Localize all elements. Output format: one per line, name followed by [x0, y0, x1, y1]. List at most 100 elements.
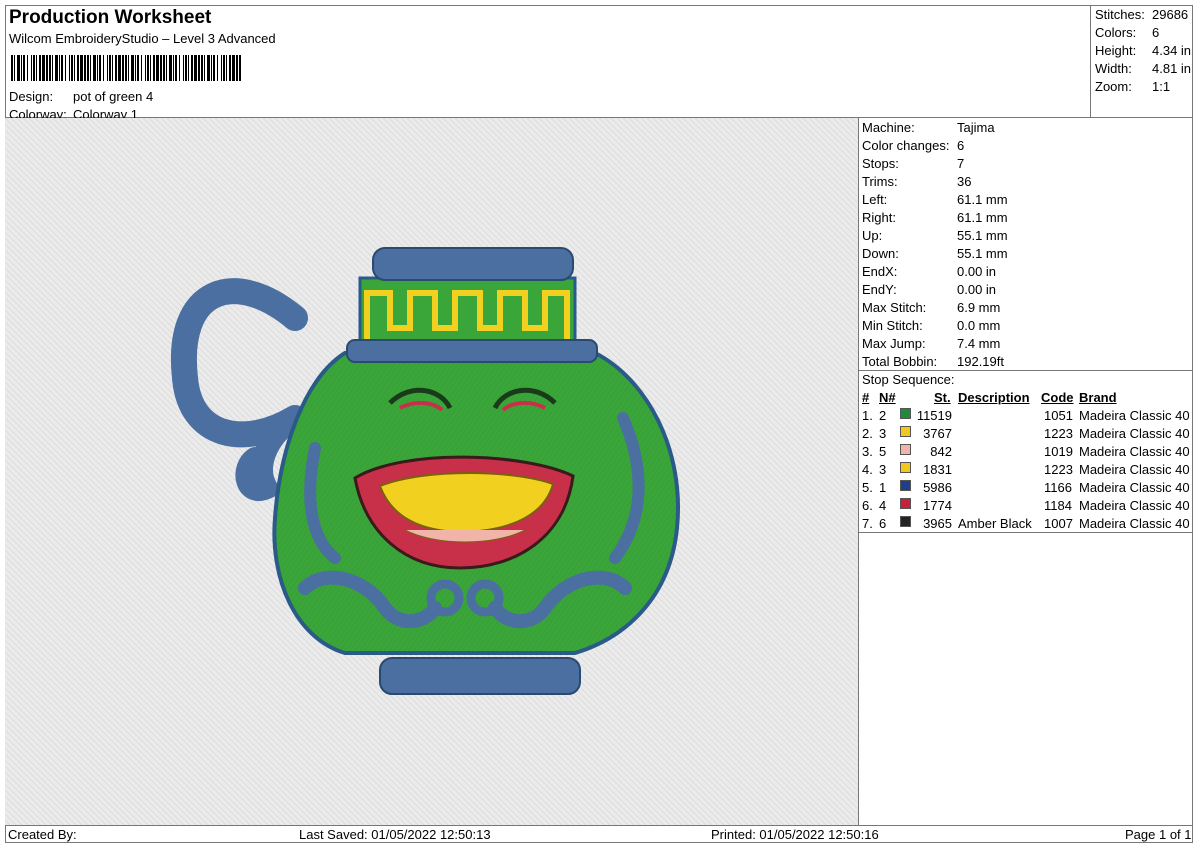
seq-code: 1007: [1044, 516, 1073, 531]
seq-description: Amber Black: [958, 516, 1032, 531]
seq-num: 6.: [862, 498, 873, 513]
barcode-bar: [153, 55, 155, 81]
design-value: pot of green 4: [73, 89, 154, 104]
barcode-bar: [236, 55, 238, 81]
barcode-bar: [207, 55, 210, 81]
info-left: Left: 61.1 mm: [862, 192, 1008, 207]
thread-color-swatch: [900, 516, 911, 527]
barcode-bar: [160, 55, 162, 81]
barcode-bar: [23, 55, 25, 81]
barcode-bar: [27, 55, 28, 81]
seq-needle: 5: [879, 444, 887, 459]
seq-stitches: 1831: [923, 462, 952, 477]
info-value: 0.00 in: [957, 264, 997, 279]
seq-code: 1223: [1044, 426, 1073, 441]
barcode-bar: [191, 55, 193, 81]
info-down: Down: 55.1 mm: [862, 246, 1008, 261]
stat-label: Zoom:: [1095, 79, 1132, 94]
design-label: Design:: [9, 89, 54, 104]
barcode-bar: [21, 55, 22, 81]
barcode-bar: [194, 55, 197, 81]
page-title: Production Worksheet: [9, 7, 212, 28]
barcode-bar: [49, 55, 51, 81]
seq-needle: 3: [879, 462, 887, 477]
barcode-bar: [166, 55, 167, 81]
worksheet-header: Production Worksheet Wilcom EmbroiderySt…: [5, 5, 1091, 122]
info-endx: EndX: 0.00 in: [862, 264, 996, 279]
barcode-bar: [156, 55, 159, 81]
barcode-bar: [204, 55, 205, 81]
barcode-bar: [55, 55, 58, 81]
barcode-bar: [223, 55, 225, 81]
seq-needle: 6: [879, 516, 887, 531]
software-subtitle: Wilcom EmbroideryStudio – Level 3 Advanc…: [9, 31, 276, 46]
barcode-bar: [69, 55, 70, 81]
info-value: 192.19ft: [957, 354, 1004, 369]
seq-num: 7.: [862, 516, 873, 531]
barcode-bar: [169, 55, 172, 81]
col-header-num: #: [862, 390, 870, 405]
design-row: Design: pot of green 4: [9, 89, 153, 104]
info-value: 55.1 mm: [957, 228, 1008, 243]
barcode-bar: [147, 55, 149, 81]
design-preview: [5, 118, 859, 825]
info-label: Stops:: [862, 156, 899, 171]
info-label: Up:: [862, 228, 883, 243]
info-label: Down:: [862, 246, 899, 261]
barcode-bar: [131, 55, 134, 81]
info-endy: EndY: 0.00 in: [862, 282, 996, 297]
seq-num: 3.: [862, 444, 873, 459]
stat-label: Width:: [1095, 61, 1132, 76]
seq-stitches: 5986: [923, 480, 952, 495]
seq-brand: Madeira Classic 40: [1079, 498, 1190, 513]
barcode-bar: [109, 55, 111, 81]
seq-needle: 2: [879, 408, 887, 423]
stat-zoom: Zoom: 1:1: [1095, 79, 1170, 94]
barcode-bar: [33, 55, 35, 81]
info-stops: Stops: 7: [862, 156, 964, 171]
seq-stitches: 1774: [923, 498, 952, 513]
info-label: Total Bobbin:: [862, 354, 938, 369]
seq-brand: Madeira Classic 40: [1079, 516, 1190, 531]
info-min-stitch: Min Stitch: 0.0 mm: [862, 318, 1000, 333]
seq-num: 5.: [862, 480, 873, 495]
thread-color-swatch: [900, 444, 911, 455]
info-label: Color changes:: [862, 138, 950, 153]
barcode-bar: [183, 55, 184, 81]
barcode-bar: [52, 55, 53, 81]
info-label: EndX:: [862, 264, 898, 279]
seq-needle: 4: [879, 498, 887, 513]
barcode-bar: [150, 55, 151, 81]
stop-sequence-row: 3. 5 842 1019 Madeira Classic 40: [859, 444, 1193, 462]
barcode-bar: [213, 55, 215, 81]
info-label: Left:: [862, 192, 888, 207]
barcode-bar: [128, 55, 129, 81]
info-right: Right: 61.1 mm: [862, 210, 1008, 225]
barcode-bar: [93, 55, 96, 81]
stop-sequence-row: 1. 2 11519 1051 Madeira Classic 40: [859, 408, 1193, 426]
thread-color-swatch: [900, 408, 911, 419]
barcode-bar: [90, 55, 91, 81]
barcode-bar: [84, 55, 86, 81]
created-by: Created By:: [8, 827, 77, 842]
barcode-bar: [201, 55, 203, 81]
seq-brand: Madeira Classic 40: [1079, 408, 1190, 423]
col-header-st: St.: [934, 390, 951, 405]
barcode-bar: [229, 55, 231, 81]
seq-num: 4.: [862, 462, 873, 477]
page-number: Page 1 of 1: [1125, 827, 1192, 842]
stat-height: Height: 4.34 in: [1095, 43, 1191, 58]
col-header-code: Code: [1041, 390, 1074, 405]
barcode-bar: [99, 55, 101, 81]
stat-value: 4.81 in: [1152, 61, 1192, 76]
barcode-bar: [115, 55, 117, 81]
stat-width: Width: 4.81 in: [1095, 61, 1191, 76]
seq-needle: 1: [879, 480, 887, 495]
barcode-bar: [118, 55, 121, 81]
barcode-bar: [226, 55, 227, 81]
barcode-bar: [198, 55, 200, 81]
barcode-bar: [31, 55, 32, 81]
info-label: Machine:: [862, 120, 915, 135]
seq-brand: Madeira Classic 40: [1079, 462, 1190, 477]
barcode-bar: [42, 55, 45, 81]
